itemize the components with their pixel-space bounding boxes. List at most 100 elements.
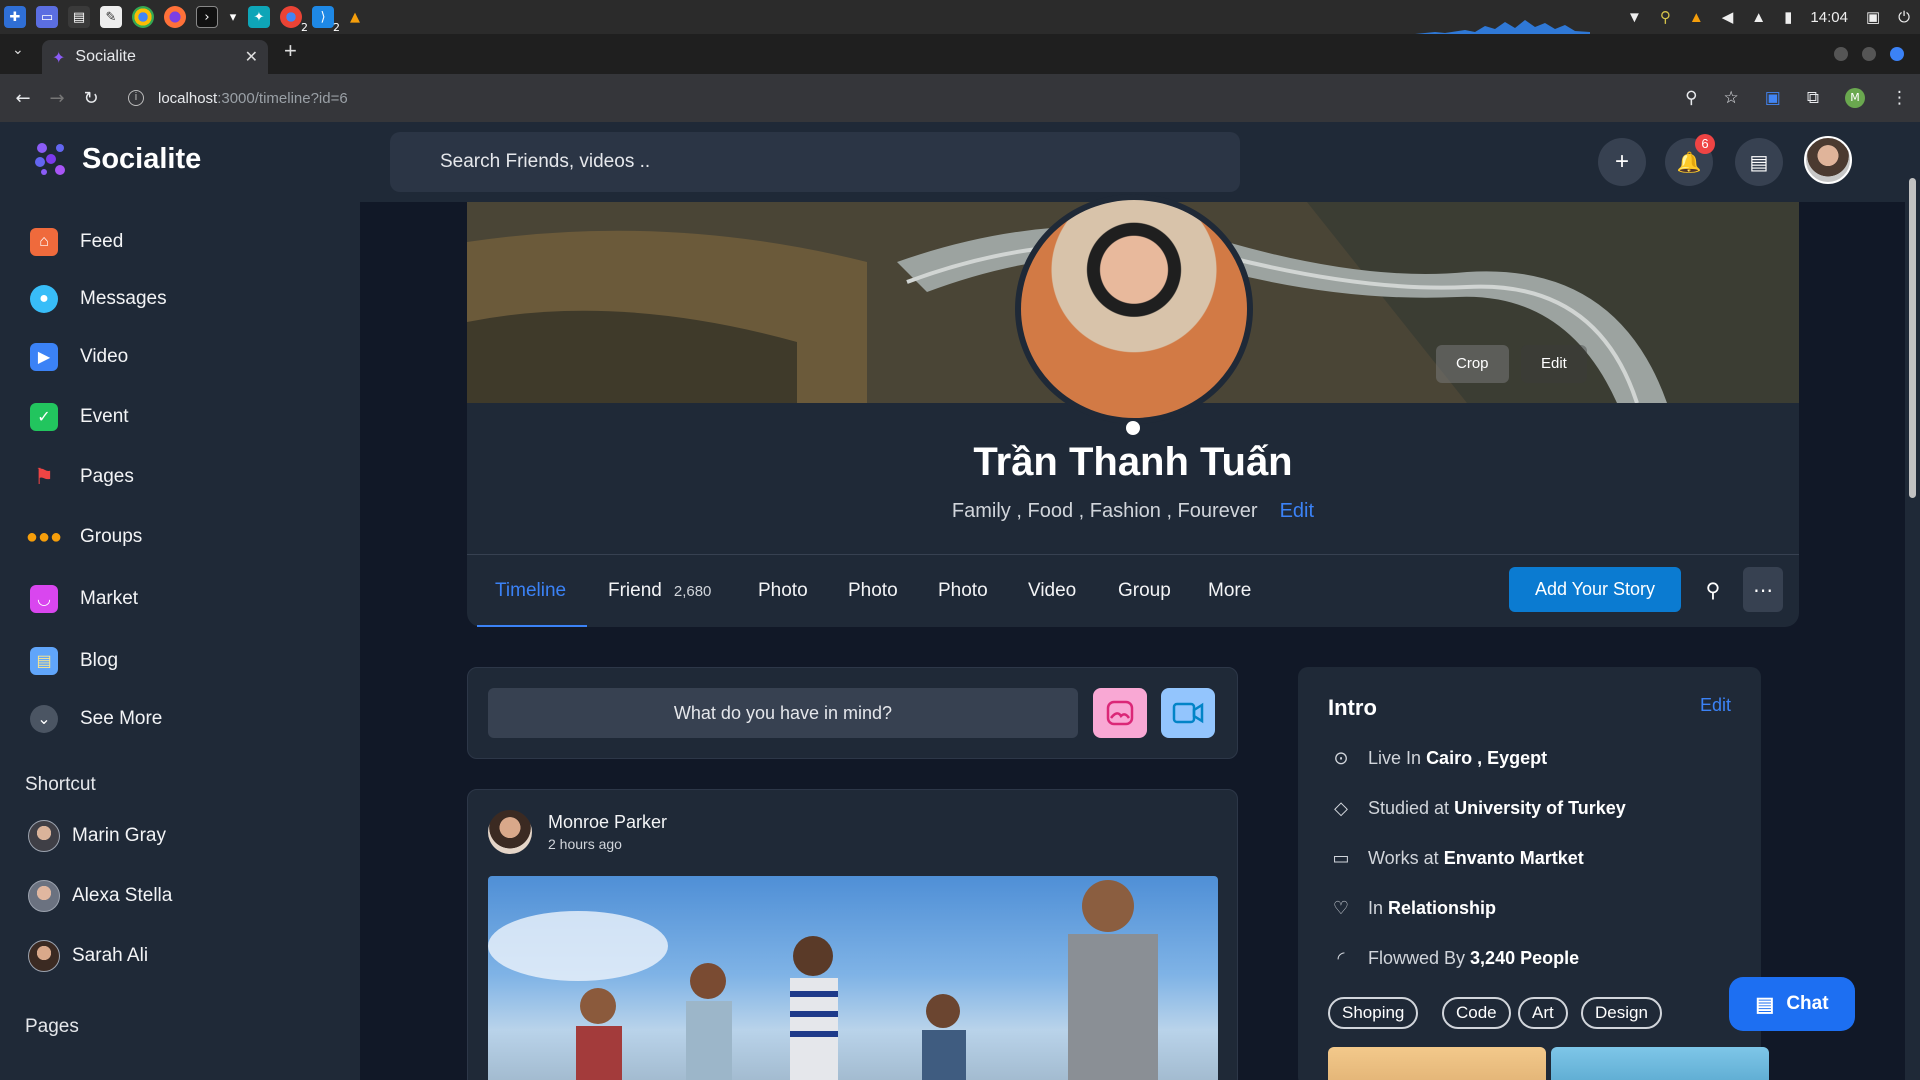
lock-icon[interactable]: ▣ bbox=[1866, 8, 1880, 26]
profile-bio: Family , Food , Fashion , Fourever Edit bbox=[467, 500, 1799, 523]
profile-picture[interactable] bbox=[1015, 194, 1253, 424]
interest-tag[interactable]: Code bbox=[1442, 997, 1511, 1029]
battery-icon[interactable]: ▮ bbox=[1784, 8, 1792, 26]
sidebar-item-messages[interactable]: ● Messages bbox=[30, 285, 167, 313]
logo[interactable]: Socialite bbox=[32, 140, 201, 178]
edit-intro-link[interactable]: Edit bbox=[1700, 695, 1731, 716]
browser-profile-avatar[interactable]: M bbox=[1845, 88, 1865, 108]
clock[interactable]: 14:04 bbox=[1810, 9, 1848, 26]
tab-photo[interactable]: Photo bbox=[848, 580, 898, 602]
messages-button[interactable]: ▤ bbox=[1735, 138, 1783, 186]
sidebar-item-blog[interactable]: ▤ Blog bbox=[30, 647, 118, 675]
taskbar-count: 2 bbox=[333, 21, 340, 34]
shortcut-item[interactable]: Sarah Ali bbox=[28, 940, 148, 972]
power-icon[interactable]: ⏻ bbox=[1898, 9, 1910, 26]
tab-photo[interactable]: Photo bbox=[758, 580, 808, 602]
chat-button[interactable]: ▤ Chat bbox=[1729, 977, 1855, 1031]
volume-icon[interactable]: ◀ bbox=[1722, 8, 1734, 26]
url-bar[interactable]: i localhost:3000/timeline?id=6 bbox=[128, 82, 1748, 114]
crop-button[interactable]: Crop bbox=[1436, 345, 1509, 383]
close-tab-icon[interactable]: ✕ bbox=[245, 47, 258, 67]
avatar[interactable] bbox=[488, 810, 532, 854]
sidebar-item-video[interactable]: ▶ Video bbox=[30, 343, 128, 371]
desktop-icon[interactable]: ▭ bbox=[36, 6, 58, 28]
vscode-icon[interactable]: ⟩ 2 bbox=[312, 6, 340, 34]
intro-work-value: Envanto Martket bbox=[1443, 847, 1584, 868]
interest-tag[interactable]: Shoping bbox=[1328, 997, 1419, 1029]
new-tab-icon[interactable]: + bbox=[284, 38, 297, 64]
shortcut-item[interactable]: Marin Gray bbox=[28, 820, 166, 852]
more-options-icon[interactable]: ⋯ bbox=[1743, 567, 1783, 612]
sidebar-item-feed[interactable]: ⌂ Feed bbox=[30, 228, 123, 256]
flag-icon: ⚑ bbox=[34, 464, 54, 489]
editor-icon[interactable]: ✎ bbox=[100, 6, 122, 28]
sidebar-item-pages[interactable]: ⚑ Pages bbox=[30, 463, 134, 491]
tab-more[interactable]: More bbox=[1208, 580, 1251, 602]
vlc-tray-icon[interactable]: ▲ bbox=[1689, 9, 1704, 26]
terminal-icon[interactable]: › bbox=[196, 6, 218, 28]
notification-bell-icon[interactable]: ▲ bbox=[1751, 9, 1766, 26]
add-video-button[interactable] bbox=[1161, 688, 1215, 738]
site-info-icon[interactable]: i bbox=[128, 90, 144, 106]
tab-video[interactable]: Video bbox=[1028, 580, 1076, 602]
system-menu-icon[interactable]: ✚ bbox=[4, 6, 26, 28]
shortcut-item[interactable]: Alexa Stella bbox=[28, 880, 172, 912]
post-image[interactable] bbox=[488, 876, 1218, 1080]
app-icon[interactable]: ✦ bbox=[248, 6, 270, 28]
url-host: localhost bbox=[158, 89, 218, 107]
sidebar-item-groups[interactable]: ●●● Groups bbox=[26, 523, 142, 551]
intro-photo[interactable] bbox=[1551, 1047, 1769, 1080]
add-story-button[interactable]: Add Your Story bbox=[1509, 567, 1681, 612]
tab-search-icon[interactable]: ⌄ bbox=[12, 42, 24, 58]
interest-tag[interactable]: Art bbox=[1518, 997, 1568, 1029]
bookmark-star-icon[interactable]: ☆ bbox=[1724, 88, 1739, 108]
scrollbar-thumb[interactable] bbox=[1909, 178, 1916, 498]
close-window-button[interactable] bbox=[1890, 47, 1904, 61]
vlc-icon[interactable]: ▲ bbox=[344, 6, 366, 28]
extensions-icon[interactable]: ⧉ bbox=[1807, 88, 1819, 108]
search-input[interactable]: Search Friends, videos .. bbox=[390, 132, 1240, 192]
user-avatar[interactable] bbox=[1804, 136, 1852, 184]
composer-input[interactable]: What do you have in mind? bbox=[488, 688, 1078, 738]
tab-group[interactable]: Group bbox=[1118, 580, 1171, 602]
forward-icon[interactable]: → bbox=[40, 88, 74, 109]
chrome-icon[interactable] bbox=[132, 6, 154, 28]
chat-bubbles-icon: ● bbox=[30, 285, 58, 313]
intro-title: Intro bbox=[1328, 695, 1377, 720]
intro-photo[interactable] bbox=[1328, 1047, 1546, 1080]
translate-icon[interactable]: ▣ bbox=[1765, 88, 1781, 108]
post-author[interactable]: Monroe Parker bbox=[548, 812, 667, 833]
sidebar-item-event[interactable]: ✓ Event bbox=[30, 403, 129, 431]
edit-cover-button[interactable]: Edit bbox=[1521, 345, 1587, 383]
scrollbar[interactable] bbox=[1905, 122, 1920, 1080]
firefox-icon[interactable] bbox=[164, 6, 186, 28]
edit-bio-link[interactable]: Edit bbox=[1280, 500, 1314, 522]
zoom-icon[interactable]: ⚲ bbox=[1685, 88, 1697, 108]
browser-menu-icon[interactable]: ⋮ bbox=[1891, 88, 1908, 108]
minimize-button[interactable] bbox=[1834, 47, 1848, 61]
notifications-button[interactable]: 🔔 6 bbox=[1665, 134, 1715, 186]
heart-icon: ♡ bbox=[1332, 897, 1350, 919]
shopping-bag-icon: ◡ bbox=[30, 585, 58, 613]
wifi-icon[interactable]: ▼ bbox=[1627, 9, 1642, 26]
interest-tag[interactable]: Design bbox=[1581, 997, 1662, 1029]
browser-tab[interactable]: ✦ Socialite ✕ bbox=[42, 40, 268, 74]
add-photo-button[interactable] bbox=[1093, 688, 1147, 738]
network-icon[interactable]: ⚲ bbox=[1660, 8, 1671, 26]
tab-photo[interactable]: Photo bbox=[938, 580, 988, 602]
maximize-button[interactable] bbox=[1862, 47, 1876, 61]
tab-timeline[interactable]: Timeline bbox=[495, 580, 566, 602]
blog-icon: ▤ bbox=[30, 647, 58, 675]
tab-friend[interactable]: Friend 2,680 bbox=[608, 580, 711, 602]
os-taskbar: ✚ ▭ ▤ ✎ › ▾ ✦ 2 ⟩ 2 ▲ ▼ ⚲ ▲ ◀ ▲ ▮ 14:04 ▣… bbox=[0, 0, 1920, 34]
dropdown-icon[interactable]: ▾ bbox=[228, 6, 238, 28]
sidebar-item-market[interactable]: ◡ Market bbox=[30, 585, 138, 613]
intro-study-value: University of Turkey bbox=[1454, 797, 1626, 818]
sidebar-item-see-more[interactable]: ⌄ See More bbox=[30, 705, 162, 733]
search-icon[interactable]: ⚲ bbox=[1693, 567, 1733, 612]
reload-icon[interactable]: ↻ bbox=[74, 88, 108, 109]
files-icon[interactable]: ▤ bbox=[68, 6, 90, 28]
chrome-group-icon[interactable]: 2 bbox=[280, 6, 308, 34]
back-icon[interactable]: ← bbox=[6, 88, 40, 109]
create-button[interactable]: + bbox=[1598, 138, 1646, 186]
